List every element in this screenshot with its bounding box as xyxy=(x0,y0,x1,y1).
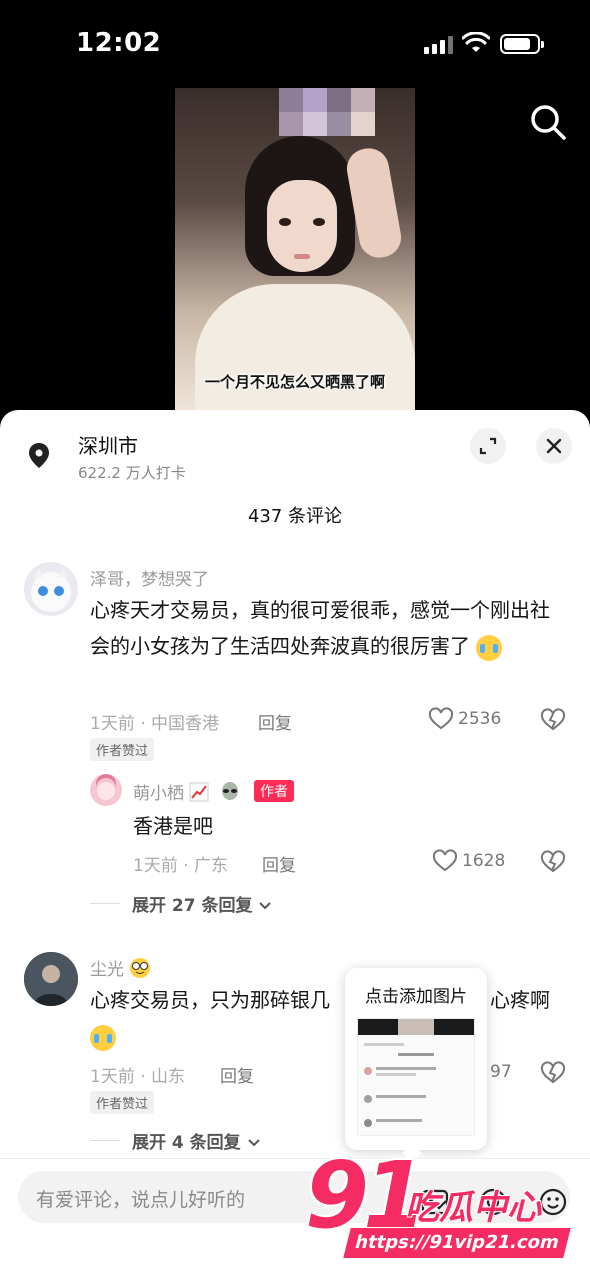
reply-button[interactable]: 回复 xyxy=(258,709,292,734)
close-icon xyxy=(546,438,562,454)
add-image-popup[interactable]: 点击添加图片 xyxy=(345,968,487,1150)
dislike-icon[interactable] xyxy=(540,708,566,732)
dislike-icon[interactable] xyxy=(540,850,566,874)
comment-meta: 1天前 · 山东 xyxy=(90,1067,186,1087)
video-player[interactable]: 一个月不见怎么又晒黑了啊 xyxy=(175,88,415,410)
reply-text: 香港是吧 xyxy=(133,814,213,838)
heart-icon xyxy=(432,849,458,872)
watermark: 91 吃瓜中心 https://91vip21.com xyxy=(305,1150,575,1270)
chevron-down-icon xyxy=(259,902,272,910)
comment-text: 心疼交易员，只为那碎银几 xyxy=(90,988,330,1012)
popup-title: 点击添加图片 xyxy=(365,987,467,1007)
location-pin-icon xyxy=(29,443,49,468)
location-name[interactable]: 深圳市 xyxy=(78,430,138,459)
person-avatar-icon xyxy=(24,952,78,1006)
nerd-face-icon xyxy=(130,958,151,978)
screenshot-thumbnail[interactable] xyxy=(357,1018,475,1136)
alien-icon xyxy=(221,782,238,800)
reply-author[interactable]: 萌小栖 xyxy=(133,779,241,804)
battery-icon xyxy=(500,34,544,54)
avatar[interactable] xyxy=(24,952,78,1006)
comment-author[interactable]: 泽哥，梦想哭了 xyxy=(90,565,209,590)
like-button[interactable]: 2536 xyxy=(428,707,501,731)
avatar[interactable] xyxy=(90,774,122,806)
close-button[interactable] xyxy=(536,428,572,464)
signal-icon xyxy=(424,36,454,54)
cat-avatar-icon xyxy=(31,568,71,612)
reply-button[interactable]: 回复 xyxy=(220,1062,254,1087)
reply-button[interactable]: 回复 xyxy=(262,851,296,876)
expand-replies-button[interactable]: 展开 27 条回复 xyxy=(132,891,272,916)
like-count: 2536 xyxy=(458,709,502,729)
video-subtitle: 一个月不见怎么又晒黑了啊 xyxy=(205,373,386,391)
comment-text-tail: 心疼啊 xyxy=(490,988,550,1012)
crying-emoji-icon xyxy=(476,634,503,661)
comment-author[interactable]: 尘光 xyxy=(90,955,151,980)
chevron-down-icon xyxy=(247,1139,260,1147)
search-icon[interactable] xyxy=(528,102,568,142)
expand-button[interactable] xyxy=(470,428,506,464)
like-count: 97 xyxy=(490,1062,512,1082)
crying-emoji-icon xyxy=(90,1024,116,1051)
dislike-icon[interactable] xyxy=(540,1061,566,1085)
wifi-icon xyxy=(462,32,490,52)
watermark-url: https://91vip21.com xyxy=(343,1228,571,1258)
watermark-brand: 吃瓜中心 xyxy=(405,1188,541,1228)
author-badge: 作者 xyxy=(254,780,294,802)
status-bar: 12:02 xyxy=(0,0,590,90)
reply-meta: 1天前 · 广东 xyxy=(133,856,229,876)
author-liked-badge: 作者赞过 xyxy=(90,1091,155,1114)
divider xyxy=(90,1140,120,1141)
status-time: 12:02 xyxy=(76,28,162,58)
girl-avatar-icon xyxy=(96,774,116,800)
author-liked-badge: 作者赞过 xyxy=(90,738,155,761)
chart-up-icon xyxy=(189,782,209,802)
comment-text: 心疼天才交易员，真的很可爱很乖，感觉一个刚出社会的小女孩为了生活四处奔波真的很厉… xyxy=(90,592,560,664)
comment-meta: 1天前 · 中国香港 xyxy=(90,714,220,734)
comment-input-placeholder: 有爱评论，说点儿好听的 xyxy=(36,1189,246,1211)
comment-count: 437 条评论 xyxy=(247,506,343,527)
expand-replies-button[interactable]: 展开 4 条回复 xyxy=(132,1128,261,1153)
like-count: 1628 xyxy=(462,851,506,871)
avatar[interactable] xyxy=(24,562,78,616)
expand-icon xyxy=(479,437,497,455)
location-checkins: 622.2 万人打卡 xyxy=(78,464,186,482)
divider xyxy=(90,903,120,904)
comment-emoji-line xyxy=(90,1018,116,1054)
like-button[interactable]: 1628 xyxy=(432,849,505,873)
heart-icon xyxy=(428,707,454,730)
